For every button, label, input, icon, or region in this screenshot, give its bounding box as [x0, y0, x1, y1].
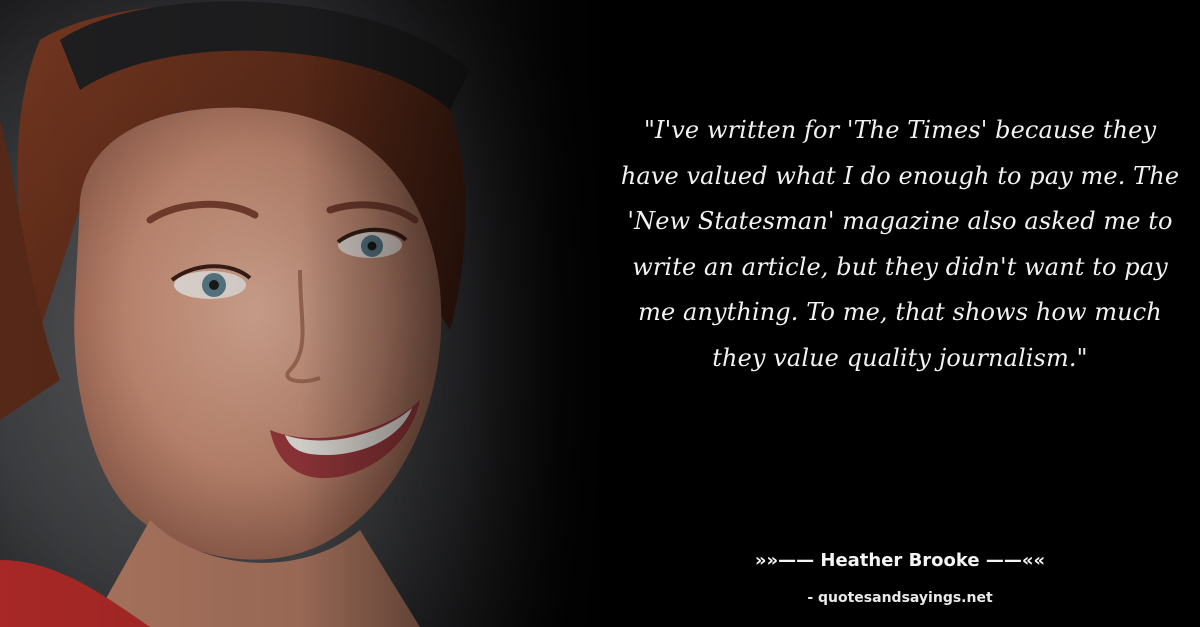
quote-text: "I've written for 'The Times' because th… [620, 116, 1180, 372]
quote-source: - quotesandsayings.net [807, 590, 993, 606]
quote-card: "I've written for 'The Times' because th… [0, 0, 1200, 627]
quote-author: »»—— Heather Brooke ——«« [754, 550, 1046, 571]
portrait-photo [0, 0, 600, 627]
